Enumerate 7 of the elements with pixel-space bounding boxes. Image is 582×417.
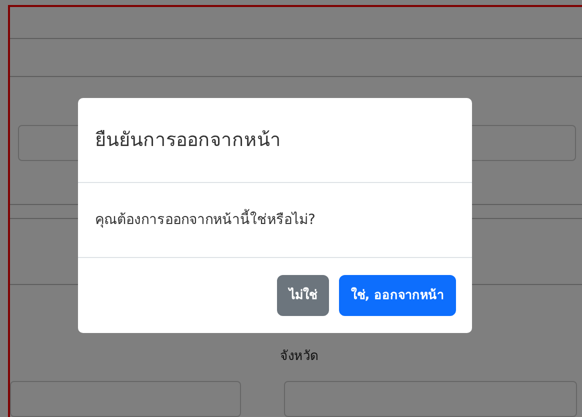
input-field[interactable] <box>284 380 577 416</box>
cancel-button[interactable]: ไม่ใช่ <box>276 275 329 316</box>
field-label: จังหวัด <box>280 348 318 366</box>
input-field[interactable] <box>10 380 241 416</box>
dialog-title: ยืนยันการออกจากหน้า <box>95 128 281 153</box>
confirm-button[interactable]: ใช่, ออกจากหน้า <box>338 275 456 316</box>
dialog-message: คุณต้องการออกจากหน้านี้ใช่หรือไม่? <box>95 210 316 230</box>
